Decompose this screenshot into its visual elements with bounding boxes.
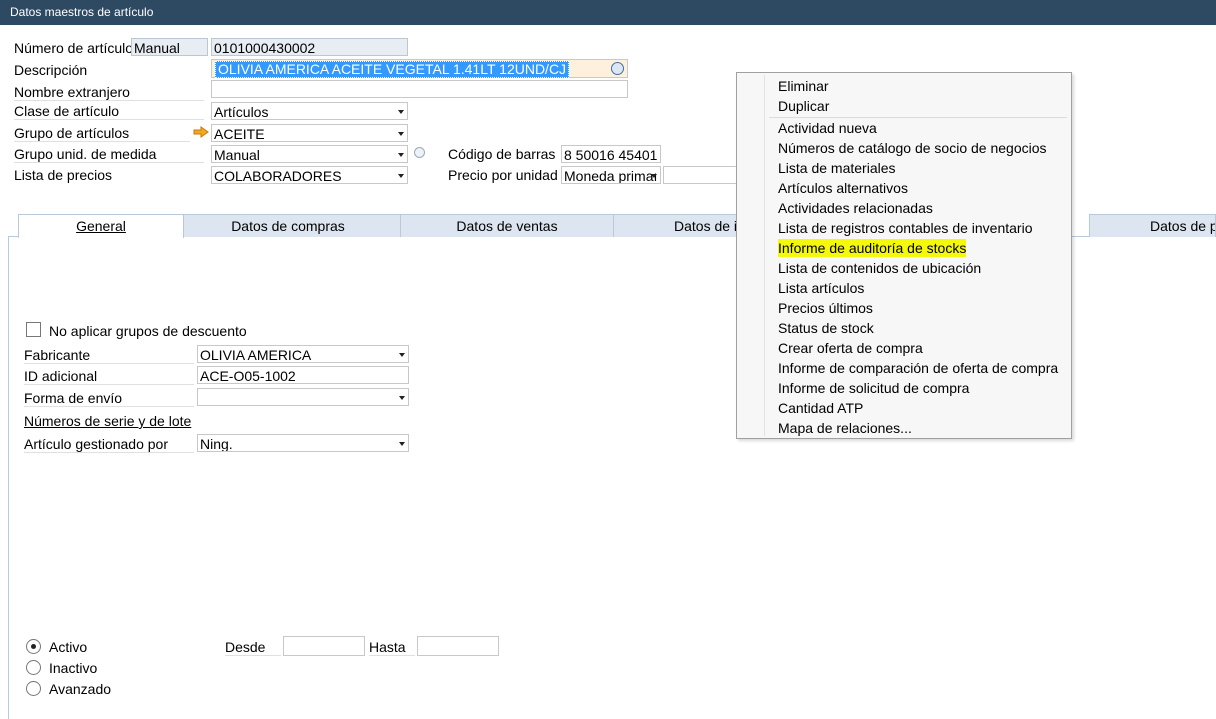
tab-panel-border (8, 237, 9, 719)
grupo-unid-value: Manual (214, 147, 260, 163)
chevron-down-icon (398, 132, 404, 136)
info-icon[interactable] (414, 147, 425, 158)
chevron-down-icon (398, 174, 404, 178)
menu-item-registros-contables[interactable]: Lista de registros contables de inventar… (778, 219, 1032, 237)
tab-datos-inventario-label: Datos de i (674, 218, 738, 234)
precio-unidad-field[interactable] (663, 166, 743, 184)
tab-datos-planificacion-label: Datos de p (1150, 218, 1216, 234)
nombre-extranjero-label: Nombre extranjero (14, 84, 204, 101)
descripcion-selected-text: OLIVIA AMERICA ACEITE VEGETAL 1.41LT 12U… (215, 61, 570, 78)
menu-item-status-stock[interactable]: Status de stock (778, 319, 874, 337)
nombre-extranjero-field[interactable] (211, 80, 628, 98)
activo-label: Activo (49, 639, 88, 655)
chevron-down-icon (398, 153, 404, 157)
clase-articulo-select[interactable]: Artículos (211, 102, 408, 120)
precio-moneda-value: Moneda primaı (564, 168, 658, 184)
menu-item-eliminar[interactable]: Eliminar (778, 77, 829, 95)
activo-radio[interactable] (26, 639, 41, 654)
grupo-unid-label: Grupo unid. de medida (14, 146, 204, 163)
tab-datos-compras[interactable]: Datos de compras (175, 214, 401, 237)
clase-articulo-value: Artículos (214, 104, 269, 120)
chevron-down-icon (651, 174, 657, 178)
menu-item-precios-ultimos[interactable]: Precios últimos (778, 299, 873, 317)
lista-precios-label: Lista de precios (14, 167, 113, 183)
menu-item-lista-articulos[interactable]: Lista artículos (778, 279, 864, 297)
menu-gutter (764, 75, 765, 436)
fabricante-value: OLIVIA AMERICA (200, 347, 312, 363)
menu-item-auditoria-stocks[interactable]: Informe de auditoría de stocks (778, 239, 967, 257)
tab-general-label: General (76, 218, 126, 234)
context-menu: Eliminar Duplicar Actividad nueva Número… (736, 72, 1072, 439)
avanzado-label: Avanzado (49, 681, 112, 697)
gestionado-label: Artículo gestionado por (24, 436, 194, 453)
clase-articulo-label: Clase de artículo (14, 103, 204, 120)
menu-item-duplicar[interactable]: Duplicar (778, 97, 829, 115)
gestionado-value: Ning. (200, 436, 233, 452)
lista-precios-select[interactable]: COLABORADORES (211, 166, 408, 184)
gestionado-select[interactable]: Ning. (197, 434, 409, 452)
menu-separator (769, 117, 1067, 118)
hasta-field[interactable] (417, 636, 499, 656)
fabricante-label: Fabricante (24, 347, 194, 364)
series-lote-link[interactable]: Números de serie y de lote (24, 413, 191, 429)
chevron-down-icon (399, 442, 405, 446)
menu-item-mapa-relaciones[interactable]: Mapa de relaciones... (778, 419, 912, 437)
codigo-barras-label: Código de barras (448, 146, 556, 162)
desde-field[interactable] (283, 636, 365, 656)
menu-item-lista-materiales[interactable]: Lista de materiales (778, 159, 896, 177)
menu-item-crear-oferta-compra[interactable]: Crear oferta de compra (778, 339, 923, 357)
window-title: Datos maestros de artículo (10, 5, 154, 19)
link-arrow-icon[interactable] (193, 126, 209, 138)
window-title-bar: Datos maestros de artículo (0, 0, 1216, 25)
precio-unidad-label: Precio por unidad (448, 167, 558, 183)
descripcion-label: Descripción (14, 62, 88, 78)
menu-item-cantidad-atp[interactable]: Cantidad ATP (778, 399, 863, 417)
translate-icon[interactable] (611, 62, 624, 75)
id-adicional-label: ID adicional (24, 368, 194, 385)
id-adicional-field[interactable]: ACE-O05-1002 (197, 366, 409, 384)
hasta-label: Hasta (369, 639, 415, 656)
chevron-down-icon (399, 396, 405, 400)
avanzado-radio[interactable] (26, 681, 41, 696)
inactivo-label: Inactivo (49, 660, 98, 676)
chevron-down-icon (398, 110, 404, 114)
numero-mode-value: Manual (134, 40, 180, 56)
forma-envio-label: Forma de envío (24, 390, 194, 407)
menu-item-solicitud-compra[interactable]: Informe de solicitud de compra (778, 379, 969, 397)
no-descuento-checkbox[interactable] (26, 322, 41, 337)
inactivo-radio[interactable] (26, 660, 41, 675)
menu-item-contenidos-ubicacion[interactable]: Lista de contenidos de ubicación (778, 259, 981, 277)
desde-label: Desde (225, 639, 281, 656)
tab-datos-planificacion[interactable]: Datos de p (1089, 214, 1216, 237)
menu-item-actividades-relacionadas[interactable]: Actividades relacionadas (778, 199, 933, 217)
grupo-articulos-label: Grupo de artículos (14, 125, 190, 142)
lista-precios-value: COLABORADORES (214, 168, 342, 184)
grupo-unid-select[interactable]: Manual (211, 145, 408, 163)
menu-item-numeros-catalogo[interactable]: Números de catálogo de socio de negocios (778, 139, 1047, 157)
tab-datos-inventario[interactable]: Datos de i (613, 214, 743, 237)
tab-general[interactable]: General (18, 214, 184, 238)
menu-item-comparacion-oferta[interactable]: Informe de comparación de oferta de comp… (778, 359, 1058, 377)
forma-envio-select[interactable] (197, 388, 409, 406)
numero-articulo-field[interactable]: 0101000430002 (211, 38, 408, 56)
tab-datos-ventas[interactable]: Datos de ventas (400, 214, 614, 237)
chevron-down-icon (399, 353, 405, 357)
descripcion-field[interactable]: OLIVIA AMERICA ACEITE VEGETAL 1.41LT 12U… (211, 59, 628, 78)
menu-item-articulos-alternativos[interactable]: Artículos alternativos (778, 179, 908, 197)
precio-moneda-select[interactable]: Moneda primaı (561, 166, 661, 184)
numero-articulo-label: Número de artículo (14, 40, 134, 56)
grupo-articulos-select[interactable]: ACEITE (211, 124, 408, 142)
no-descuento-label: No aplicar grupos de descuento (49, 323, 247, 339)
menu-item-actividad-nueva[interactable]: Actividad nueva (778, 119, 877, 137)
numero-mode-select[interactable]: Manual (131, 38, 208, 56)
codigo-barras-field[interactable]: 8 50016 45401 (561, 145, 661, 163)
grupo-articulos-value: ACEITE (214, 126, 265, 142)
tab-datos-ventas-label: Datos de ventas (456, 218, 558, 234)
fabricante-select[interactable]: OLIVIA AMERICA (197, 345, 409, 363)
tab-datos-compras-label: Datos de compras (231, 218, 345, 234)
